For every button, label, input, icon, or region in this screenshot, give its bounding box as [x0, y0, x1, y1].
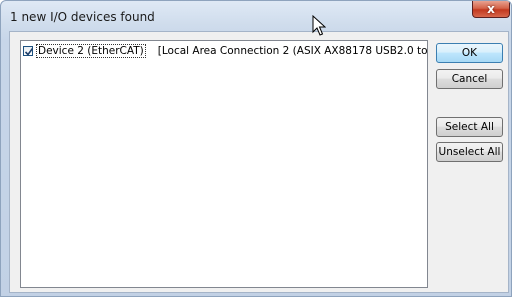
mouse-cursor-icon	[312, 15, 326, 36]
device-checkbox[interactable]	[23, 46, 34, 56]
select-all-button[interactable]: Select All	[436, 117, 503, 137]
list-item[interactable]: Device 2 (EtherCAT) [Local Area Connecti…	[23, 44, 427, 58]
dialog-window: 1 new I/O devices found x Device 2 (Ethe…	[0, 0, 512, 297]
window-title: 1 new I/O devices found	[10, 10, 155, 24]
unselect-all-button[interactable]: Unselect All	[436, 142, 503, 162]
device-name: Device 2 (EtherCAT)	[36, 44, 146, 58]
title-bar[interactable]: 1 new I/O devices found x	[1, 1, 511, 31]
device-description: [Local Area Connection 2 (ASIX AX88178 U…	[157, 45, 427, 57]
checkmark-icon	[24, 48, 34, 56]
device-list[interactable]: Device 2 (EtherCAT) [Local Area Connecti…	[20, 40, 428, 288]
ok-button[interactable]: OK	[436, 43, 503, 63]
dialog-body: Device 2 (EtherCAT) [Local Area Connecti…	[9, 31, 509, 293]
close-button[interactable]: x	[472, 1, 510, 18]
close-icon: x	[487, 2, 495, 16]
cancel-button[interactable]: Cancel	[436, 69, 503, 89]
